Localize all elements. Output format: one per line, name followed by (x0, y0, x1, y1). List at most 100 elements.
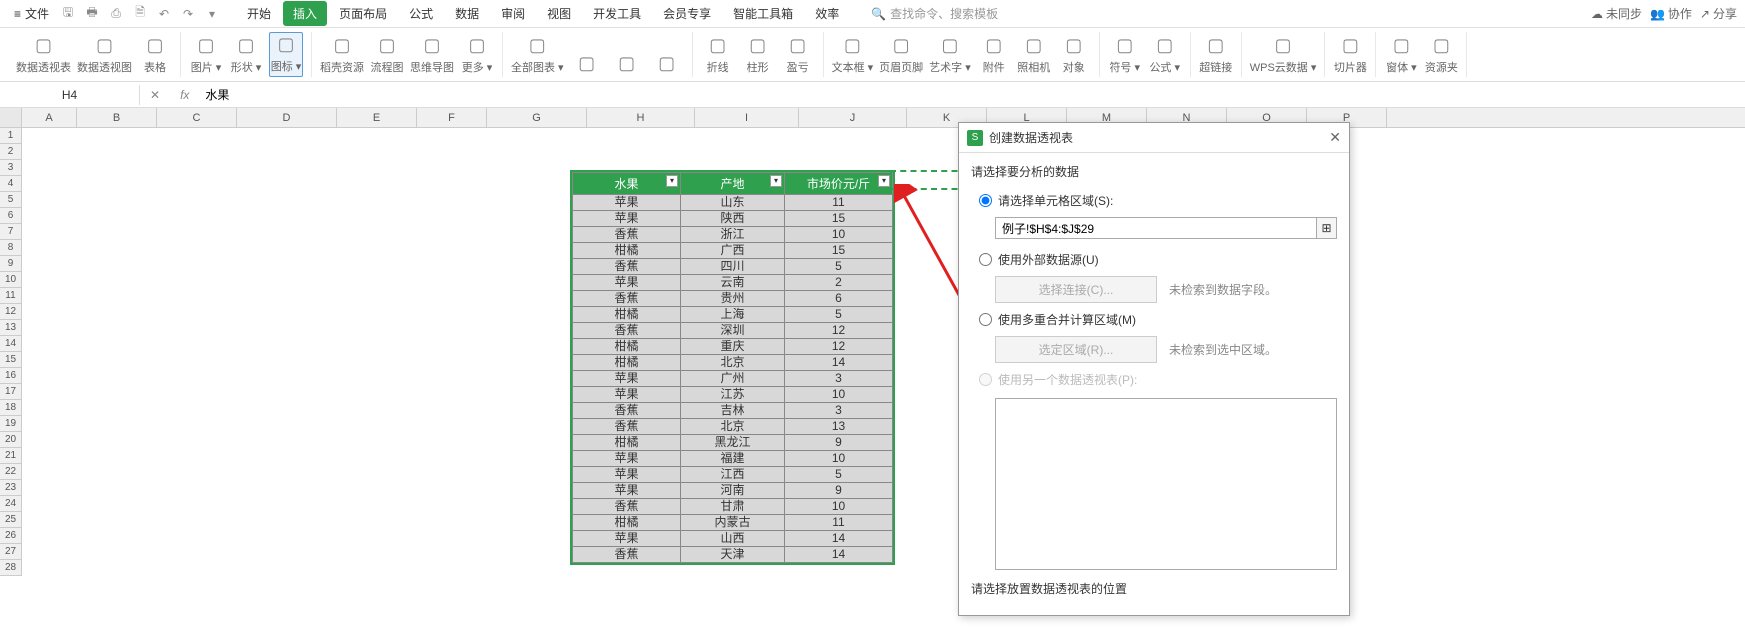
table-cell[interactable]: 重庆 (681, 339, 785, 355)
table-cell[interactable]: 深圳 (681, 323, 785, 339)
table-cell[interactable]: 广西 (681, 243, 785, 259)
table-row[interactable]: 苹果山西14 (573, 531, 893, 547)
tab-页面布局[interactable]: 页面布局 (329, 1, 397, 26)
table-cell[interactable]: 山西 (681, 531, 785, 547)
table-cell[interactable]: 14 (785, 547, 893, 563)
row-header[interactable]: 23 (0, 480, 21, 496)
table-row[interactable]: 香蕉深圳12 (573, 323, 893, 339)
table-row[interactable]: 苹果江苏10 (573, 387, 893, 403)
icon-button[interactable]: ▢图标 ▾ (269, 32, 303, 77)
tab-数据[interactable]: 数据 (445, 1, 489, 26)
header-footer-button[interactable]: ▢页眉页脚 (879, 32, 923, 77)
row-header[interactable]: 15 (0, 352, 21, 368)
tab-插入[interactable]: 插入 (283, 1, 327, 26)
qat-dropdown-icon[interactable]: ▾ (203, 5, 221, 23)
row-header[interactable]: 20 (0, 432, 21, 448)
more-button[interactable]: ▢更多 ▾ (460, 32, 494, 77)
option-multi-area[interactable]: 使用多重合并计算区域(M) (971, 307, 1337, 332)
table-cell[interactable]: 3 (785, 371, 893, 387)
pivot-table-button[interactable]: ▢数据透视表 (16, 32, 71, 77)
table-cell[interactable]: 福建 (681, 451, 785, 467)
close-icon[interactable]: ✕ (1329, 129, 1341, 146)
print-preview-icon[interactable]: ⎙ (107, 5, 125, 23)
equation-button[interactable]: ▢公式 ▾ (1148, 32, 1182, 77)
save-icon[interactable]: 🖫 (59, 5, 77, 23)
table-cell[interactable]: 浙江 (681, 227, 785, 243)
tab-开发工具[interactable]: 开发工具 (583, 1, 651, 26)
all-chart-button[interactable]: ▢全部图表 ▾ (511, 32, 564, 77)
table-header[interactable]: 水果▾ (573, 173, 681, 195)
table-row[interactable]: 苹果陕西15 (573, 211, 893, 227)
table-cell[interactable]: 10 (785, 387, 893, 403)
table-cell[interactable]: 5 (785, 467, 893, 483)
table-cell[interactable]: 柑橘 (573, 435, 681, 451)
table-cell[interactable]: 12 (785, 339, 893, 355)
table-row[interactable]: 苹果云南2 (573, 275, 893, 291)
table-cell[interactable]: 香蕉 (573, 227, 681, 243)
col-header-C[interactable]: C (157, 108, 237, 127)
table-row[interactable]: 香蕉天津14 (573, 547, 893, 563)
filter-icon[interactable]: ▾ (878, 175, 890, 187)
table-row[interactable]: 香蕉四川5 (573, 259, 893, 275)
table-cell[interactable]: 香蕉 (573, 291, 681, 307)
table-cell[interactable]: 香蕉 (573, 419, 681, 435)
option-external[interactable]: 使用外部数据源(U) (971, 247, 1337, 272)
table-cell[interactable]: 天津 (681, 547, 785, 563)
textbox-button[interactable]: ▢文本框 ▾ (832, 32, 874, 77)
row-header[interactable]: 19 (0, 416, 21, 432)
table-cell[interactable]: 2 (785, 275, 893, 291)
table-cell[interactable]: 贵州 (681, 291, 785, 307)
table-cell[interactable]: 3 (785, 403, 893, 419)
data-table[interactable]: 水果▾产地▾市场价元/斤▾苹果山东11苹果陕西15香蕉浙江10柑橘广西15香蕉四… (570, 170, 895, 565)
table-cell[interactable]: 11 (785, 195, 893, 211)
table-cell[interactable]: 苹果 (573, 531, 681, 547)
row-header[interactable]: 3 (0, 160, 21, 176)
row-header[interactable]: 17 (0, 384, 21, 400)
row-header[interactable]: 26 (0, 528, 21, 544)
line-chart-button[interactable]: ▢折线 (701, 32, 735, 77)
row-header[interactable]: 21 (0, 448, 21, 464)
table-header[interactable]: 产地▾ (681, 173, 785, 195)
undo-icon[interactable]: ↶ (155, 5, 173, 23)
hyperlink-button[interactable]: ▢超链接 (1199, 32, 1233, 77)
object-button[interactable]: ▢对象 (1057, 32, 1091, 77)
table-cell[interactable]: 12 (785, 323, 893, 339)
row-header[interactable]: 7 (0, 224, 21, 240)
row-header[interactable]: 9 (0, 256, 21, 272)
chart-bar-button[interactable]: ▢ (610, 32, 644, 77)
row-header[interactable]: 16 (0, 368, 21, 384)
pivot-chart-button[interactable]: ▢数据透视图 (77, 32, 132, 77)
tab-会员专享[interactable]: 会员专享 (653, 1, 721, 26)
col-header-B[interactable]: B (77, 108, 157, 127)
chart-line-button[interactable]: ▢ (650, 32, 684, 77)
table-cell[interactable]: 柑橘 (573, 515, 681, 531)
col-header-I[interactable]: I (695, 108, 799, 127)
table-cell[interactable]: 江苏 (681, 387, 785, 403)
table-cell[interactable]: 5 (785, 307, 893, 323)
table-cell[interactable]: 内蒙古 (681, 515, 785, 531)
tab-效率[interactable]: 效率 (805, 1, 849, 26)
row-header[interactable]: 25 (0, 512, 21, 528)
fx-icon[interactable]: fx (170, 88, 199, 102)
table-cell[interactable]: 14 (785, 355, 893, 371)
table-cell[interactable]: 黑龙江 (681, 435, 785, 451)
table-cell[interactable]: 10 (785, 451, 893, 467)
dialog-titlebar[interactable]: S 创建数据透视表 ✕ (959, 123, 1349, 153)
table-cell[interactable]: 9 (785, 435, 893, 451)
table-row[interactable]: 苹果河南9 (573, 483, 893, 499)
table-cell[interactable]: 苹果 (573, 387, 681, 403)
table-cell[interactable]: 苹果 (573, 211, 681, 227)
wps-cloud-button[interactable]: ▢WPS云数据 ▾ (1250, 32, 1317, 77)
cancel-icon[interactable]: ✕ (140, 88, 170, 102)
slicer-button[interactable]: ▢切片器 (1333, 32, 1367, 77)
row-header[interactable]: 22 (0, 464, 21, 480)
row-header[interactable]: 13 (0, 320, 21, 336)
spreadsheet-grid[interactable]: ABCDEFGHIJKLMNOP 12345678910111213141516… (0, 108, 1745, 640)
table-cell[interactable]: 吉林 (681, 403, 785, 419)
column-chart-button[interactable]: ▢柱形 (741, 32, 775, 77)
row-header[interactable]: 27 (0, 544, 21, 560)
range-input[interactable] (995, 217, 1317, 239)
radio-external[interactable] (979, 253, 992, 266)
filter-icon[interactable]: ▾ (666, 175, 678, 187)
table-cell[interactable]: 北京 (681, 355, 785, 371)
